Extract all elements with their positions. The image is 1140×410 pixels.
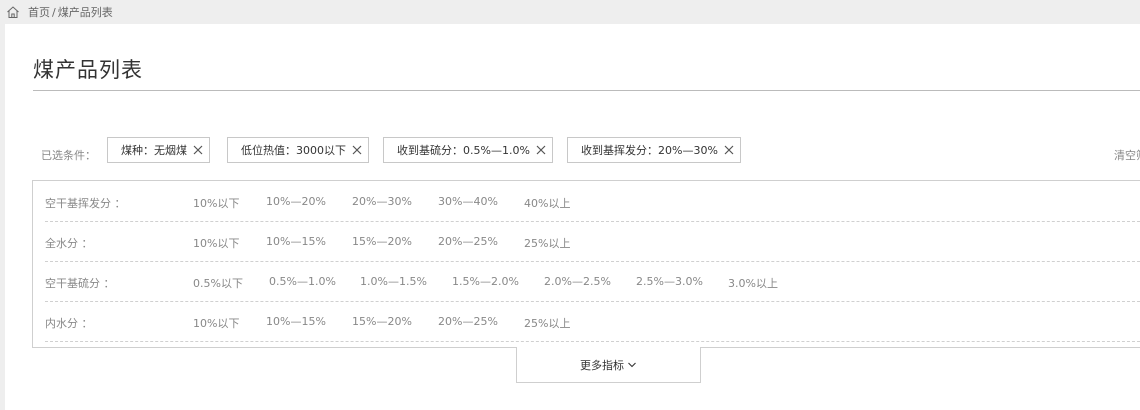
- breadcrumb: 首页 / 煤产品列表: [0, 0, 1140, 24]
- selected-tag-label: 收到基硫分：0.5%—1.0%: [397, 144, 530, 157]
- filter-option[interactable]: 25%以上: [524, 315, 570, 331]
- chevron-down-icon: [628, 362, 636, 367]
- filter-row-label: 空干基挥发分 ：: [45, 197, 126, 210]
- filter-option[interactable]: 10%以下: [193, 195, 239, 211]
- filter-option[interactable]: 2.5%—3.0%: [636, 275, 703, 288]
- filter-option[interactable]: 2.0%—2.5%: [544, 275, 611, 288]
- filter-row-label: 空干基硫分 ：: [45, 277, 115, 290]
- close-icon[interactable]: [350, 143, 364, 157]
- filter-row: 空干基挥发分 ： 10%以下 10%—20% 20%—30% 30%—40% 4…: [45, 181, 1140, 222]
- selected-tag[interactable]: 收到基硫分：0.5%—1.0%: [383, 137, 553, 163]
- filter-option[interactable]: 1.5%—2.0%: [452, 275, 519, 288]
- page-title: 煤产品列表: [33, 58, 143, 82]
- filter-option[interactable]: 40%以上: [524, 195, 570, 211]
- selected-tag[interactable]: 低位热值：3000以下: [227, 137, 369, 163]
- filter-option[interactable]: 10%—15%: [266, 235, 326, 248]
- filter-option[interactable]: 10%—15%: [266, 315, 326, 328]
- selected-conditions: 已选条件： 煤种：无烟煤 低位热值：3000以下 收到基硫分：0.5%—1.0%…: [41, 137, 1140, 167]
- more-indicators-label: 更多指标: [580, 358, 624, 372]
- filter-option[interactable]: 20%—25%: [438, 315, 498, 328]
- selected-tag-label: 低位热值：3000以下: [241, 144, 346, 157]
- selected-tag[interactable]: 收到基挥发分：20%—30%: [567, 137, 741, 163]
- breadcrumb-home-link[interactable]: 首页: [28, 4, 50, 20]
- filter-option[interactable]: 20%—30%: [352, 195, 412, 208]
- filter-option[interactable]: 3.0%以上: [728, 275, 778, 291]
- close-icon[interactable]: [722, 143, 736, 157]
- title-divider: [33, 90, 1140, 91]
- filter-option[interactable]: 10%以下: [193, 235, 239, 251]
- filter-option[interactable]: 1.0%—1.5%: [360, 275, 427, 288]
- selected-conditions-label: 已选条件：: [41, 149, 96, 162]
- home-icon[interactable]: [6, 5, 20, 19]
- filter-row-label: 内水分 ：: [45, 317, 93, 330]
- filter-option[interactable]: 20%—25%: [438, 235, 498, 248]
- close-icon[interactable]: [191, 143, 205, 157]
- breadcrumb-separator: /: [52, 5, 56, 19]
- selected-tag-label: 收到基挥发分：20%—30%: [581, 144, 718, 157]
- filter-row-label: 全水分 ：: [45, 237, 93, 250]
- filter-row: 全水分 ： 10%以下 10%—15% 15%—20% 20%—25% 25%以…: [45, 221, 1140, 262]
- clear-filters-link[interactable]: 清空筛: [1114, 147, 1140, 163]
- filter-option[interactable]: 10%—20%: [266, 195, 326, 208]
- filter-option[interactable]: 25%以上: [524, 235, 570, 251]
- filter-option[interactable]: 0.5%以下: [193, 275, 243, 291]
- filter-row: 内水分 ： 10%以下 10%—15% 15%—20% 20%—25% 25%以…: [45, 301, 1140, 342]
- filter-option[interactable]: 0.5%—1.0%: [269, 275, 336, 288]
- filter-option[interactable]: 10%以下: [193, 315, 239, 331]
- breadcrumb-current: 煤产品列表: [57, 6, 113, 19]
- filter-row: 空干基硫分 ： 0.5%以下 0.5%—1.0% 1.0%—1.5% 1.5%—…: [45, 261, 1140, 302]
- selected-tag[interactable]: 煤种：无烟煤: [107, 137, 210, 163]
- more-indicators-button[interactable]: 更多指标: [516, 347, 701, 383]
- selected-tag-label: 煤种：无烟煤: [121, 144, 187, 157]
- main-content: 煤产品列表 已选条件： 煤种：无烟煤 低位热值：3000以下 收到基硫分：0.5…: [5, 24, 1140, 410]
- filter-option[interactable]: 15%—20%: [352, 235, 412, 248]
- close-icon[interactable]: [534, 143, 548, 157]
- filter-option[interactable]: 15%—20%: [352, 315, 412, 328]
- filter-panel: 空干基挥发分 ： 10%以下 10%—20% 20%—30% 30%—40% 4…: [32, 180, 1140, 348]
- filter-option[interactable]: 30%—40%: [438, 195, 498, 208]
